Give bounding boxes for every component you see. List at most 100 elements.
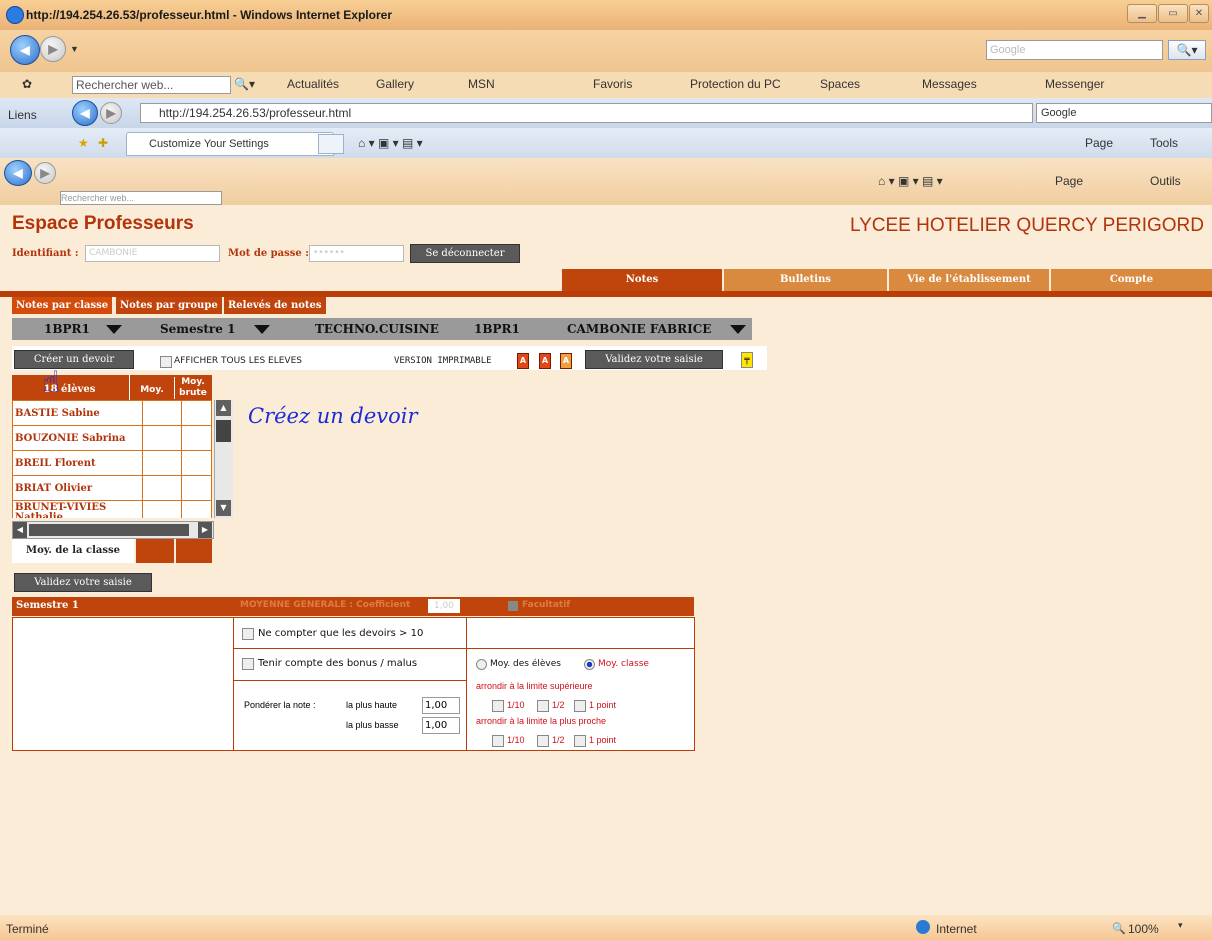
scroll-left-icon[interactable]: ◀	[13, 522, 27, 538]
page-menu[interactable]: Page	[1085, 136, 1113, 150]
messenger-link[interactable]: Messenger	[1045, 77, 1104, 91]
class-dropdown-icon[interactable]	[106, 325, 122, 334]
round-near-option: 1/2	[552, 735, 565, 745]
new-tab-button[interactable]	[318, 134, 344, 154]
favoris-link[interactable]: Favoris	[593, 77, 632, 91]
google-box[interactable]: Google	[1036, 103, 1212, 123]
radio-students[interactable]	[476, 659, 487, 670]
messages-link[interactable]: Messages	[922, 77, 977, 91]
tab-compte[interactable]: Compte	[1051, 269, 1212, 291]
round-near-checkbox[interactable]	[574, 735, 586, 747]
back-icon-3[interactable]: ◀	[4, 160, 32, 186]
lowest-input[interactable]: 1,00	[422, 717, 460, 734]
search-icon[interactable]: 🔍▾	[1168, 40, 1206, 60]
round-up-option: 1/2	[552, 700, 565, 710]
class-select[interactable]: 1BPR1	[44, 318, 90, 340]
forward-icon-2[interactable]: ▶	[100, 102, 122, 124]
search-web-input-2[interactable]: Rechercher web...	[60, 191, 222, 205]
liens-label[interactable]: Liens	[8, 108, 37, 122]
period-select[interactable]: Semestre 1	[160, 318, 235, 340]
scroll-thumb[interactable]	[216, 420, 231, 442]
home-icon-2[interactable]: ⌂ ▾ ▣ ▾ ▤ ▾	[878, 174, 943, 188]
scroll-right-icon[interactable]: ▶	[198, 522, 212, 538]
divider	[234, 648, 694, 649]
bonus-malus-checkbox[interactable]	[242, 658, 254, 670]
round-up-checkbox[interactable]	[537, 700, 549, 712]
back-icon[interactable]: ◀	[10, 35, 40, 65]
round-near-checkbox[interactable]	[537, 735, 549, 747]
subtab-releves[interactable]: Relevés de notes	[224, 297, 326, 314]
pdf-icon[interactable]: A	[539, 353, 551, 369]
student-name[interactable]: BASTIE Sabine	[12, 400, 143, 426]
class-average-moy	[136, 539, 174, 563]
student-name[interactable]: BRIAT Olivier	[12, 475, 143, 501]
round-near-checkbox[interactable]	[492, 735, 504, 747]
student-name[interactable]: BREIL Florent	[12, 450, 143, 476]
scroll-down-icon[interactable]: ▼	[216, 500, 231, 516]
radio-class[interactable]	[584, 659, 595, 670]
favorites-star-icon[interactable]: ★	[78, 136, 89, 150]
teacher-select[interactable]: CAMBONIE FABRICE	[567, 318, 711, 340]
tools-menu[interactable]: Tools	[1150, 136, 1178, 150]
period-dropdown-icon[interactable]	[254, 325, 270, 334]
address-input[interactable]: http://194.254.26.53/professeur.html	[140, 103, 1033, 123]
recent-pages-icon[interactable]: ▼	[70, 44, 79, 54]
forward-icon[interactable]: ▶	[40, 36, 66, 62]
coefficient-input[interactable]: 1,00	[428, 599, 460, 613]
subtab-notes-par-groupe[interactable]: Notes par groupe	[116, 297, 222, 314]
forward-icon-3[interactable]: ▶	[34, 162, 56, 184]
zoom-icon[interactable]: 🔍	[1112, 922, 1126, 935]
vertical-scrollbar[interactable]: ▲ ▼	[214, 400, 233, 518]
protection-link[interactable]: Protection du PC	[690, 77, 781, 91]
table-row: BRUNET-VIVIES Nathalie	[12, 500, 212, 518]
globe-icon	[916, 920, 930, 934]
maximize-button[interactable]: ▭	[1158, 4, 1188, 23]
outils-menu[interactable]: Outils	[1150, 174, 1181, 188]
spaces-link[interactable]: Spaces	[820, 77, 860, 91]
close-button[interactable]: ✕	[1189, 4, 1209, 23]
pdf-icon[interactable]: A	[560, 353, 572, 369]
search-web-input[interactable]: Rechercher web...	[72, 76, 231, 94]
highest-input[interactable]: 1,00	[422, 697, 460, 714]
round-up-checkbox[interactable]	[574, 700, 586, 712]
password-input[interactable]: ••••••	[309, 245, 404, 262]
round-up-option: 1/10	[507, 700, 525, 710]
pdf-icon[interactable]: A	[517, 353, 529, 369]
msn-link[interactable]: MSN	[468, 77, 495, 91]
count-above-10-checkbox[interactable]	[242, 628, 254, 640]
tab-bulletins[interactable]: Bulletins	[724, 269, 887, 291]
home-icon[interactable]: ⌂ ▾ ▣ ▾ ▤ ▾	[358, 136, 423, 150]
live-search-icon[interactable]: 🔍▾	[234, 77, 255, 91]
subtab-notes-par-classe[interactable]: Notes par classe	[12, 297, 113, 314]
student-name[interactable]: BOUZONIE Sabrina	[12, 425, 143, 451]
teacher-dropdown-icon[interactable]	[730, 325, 746, 334]
validate-button[interactable]: Validez votre saisie	[585, 350, 723, 369]
tab-notes[interactable]: Notes	[562, 269, 722, 291]
class-average-brute	[176, 539, 212, 563]
identifiant-input[interactable]: CAMBONIE	[85, 245, 220, 262]
logout-button[interactable]: Se déconnecter	[410, 244, 520, 263]
round-up-checkbox[interactable]	[492, 700, 504, 712]
tab-vie-etablissement[interactable]: Vie de l'établissement	[889, 269, 1049, 291]
scroll-up-icon[interactable]: ▲	[216, 400, 231, 416]
horizontal-scrollbar[interactable]: ◀ ▶	[12, 521, 214, 539]
add-favorite-icon[interactable]: ✚	[98, 136, 108, 150]
create-assignment-button[interactable]: Créer un devoir	[14, 350, 134, 369]
zoom-dropdown-icon[interactable]: ▾	[1178, 920, 1183, 931]
google-search-input[interactable]: Google	[986, 40, 1163, 60]
validate-button-2[interactable]: Validez votre saisie	[14, 573, 152, 592]
facultatif-checkbox[interactable]	[508, 601, 518, 611]
show-all-checkbox[interactable]	[160, 356, 172, 368]
page-menu-fr[interactable]: Page	[1055, 174, 1083, 188]
pin-icon[interactable]: ╤	[741, 352, 753, 368]
show-all-label: AFFICHER TOUS LES ELEVES	[174, 356, 302, 366]
actualites-link[interactable]: Actualités	[287, 77, 339, 91]
gallery-link[interactable]: Gallery	[376, 77, 414, 91]
h-scroll-thumb[interactable]	[29, 524, 189, 536]
zoom-level[interactable]: 100%	[1128, 922, 1159, 936]
group-label: 1BPR1	[474, 322, 520, 336]
minimize-button[interactable]: ▁	[1127, 4, 1157, 23]
browser-tab[interactable]: Customize Your Settings	[126, 132, 334, 156]
student-name[interactable]: BRUNET-VIVIES Nathalie	[12, 500, 143, 518]
back-icon-2[interactable]: ◀	[72, 100, 98, 126]
